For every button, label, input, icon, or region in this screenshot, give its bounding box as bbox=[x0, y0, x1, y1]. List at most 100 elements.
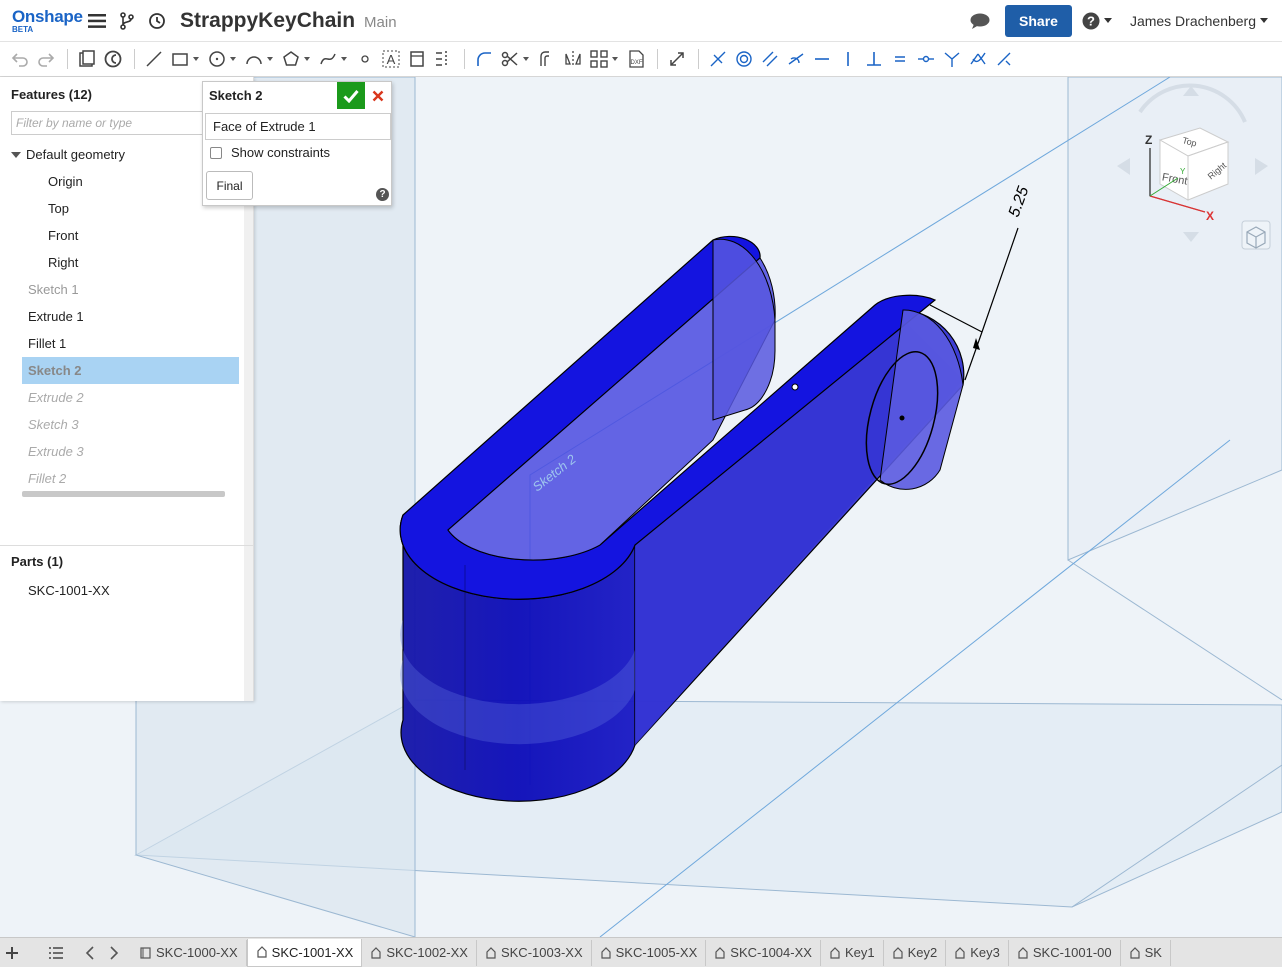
sketch-dialog-title: Sketch 2 bbox=[209, 88, 263, 103]
tree-item-front[interactable]: Front bbox=[0, 222, 240, 249]
onshape-logo[interactable]: Onshape BETA bbox=[12, 8, 83, 34]
final-button[interactable]: Final bbox=[206, 171, 253, 200]
midpoint-icon[interactable] bbox=[914, 46, 938, 72]
polygon-tool-icon[interactable] bbox=[279, 46, 303, 72]
trim-dropdown-icon[interactable] bbox=[523, 57, 529, 61]
user-menu[interactable]: James Drachenberg bbox=[1130, 13, 1268, 29]
tree-item-extrude-1[interactable]: Extrude 1 bbox=[0, 303, 240, 330]
pattern-tool-icon[interactable] bbox=[587, 46, 611, 72]
construction-icon[interactable] bbox=[431, 46, 455, 72]
top-header: Onshape BETA StrappyKeyChain Main Share … bbox=[0, 0, 1282, 42]
tangent-icon[interactable] bbox=[784, 46, 808, 72]
perpendicular-icon[interactable] bbox=[862, 46, 886, 72]
tab-label: SKC-1003-XX bbox=[500, 945, 583, 960]
tab-skc-1001-xx[interactable]: SKC-1001-XX bbox=[246, 938, 363, 967]
normal-icon[interactable] bbox=[940, 46, 964, 72]
tab-label: SK bbox=[1144, 945, 1162, 960]
tab-skc-1004-xx[interactable]: SKC-1004-XX bbox=[706, 939, 821, 966]
tree-item-right[interactable]: Right bbox=[0, 249, 240, 276]
dxf-import-icon[interactable]: DXF bbox=[624, 46, 648, 72]
concentric-icon[interactable] bbox=[732, 46, 756, 72]
toolbar-separator bbox=[464, 49, 465, 69]
circle-dropdown-icon[interactable] bbox=[230, 57, 236, 61]
tab-skc-1002-xx[interactable]: SKC-1002-XX bbox=[362, 939, 477, 966]
tab-label: SKC-1000-XX bbox=[156, 945, 238, 960]
share-button[interactable]: Share bbox=[1005, 4, 1072, 37]
help-menu[interactable]: ? bbox=[1082, 12, 1112, 30]
undo-icon[interactable] bbox=[8, 46, 32, 72]
tree-item-sketch-3[interactable]: Sketch 3 bbox=[0, 411, 240, 438]
redo-icon[interactable] bbox=[34, 46, 58, 72]
add-tab-icon[interactable] bbox=[0, 939, 24, 967]
part-studio-tab-icon bbox=[1130, 946, 1140, 959]
part-studio-tab-icon bbox=[601, 946, 611, 959]
view-mode-cube-icon[interactable] bbox=[1241, 220, 1271, 250]
spline-tool-icon[interactable] bbox=[316, 46, 340, 72]
pierce-icon[interactable] bbox=[966, 46, 990, 72]
dimension-value: 5.25 bbox=[1006, 184, 1033, 219]
tab-key1[interactable]: Key1 bbox=[821, 939, 884, 966]
new-sketch-icon[interactable] bbox=[75, 46, 99, 72]
tab-sk[interactable]: SK bbox=[1121, 939, 1171, 966]
dialog-help-icon[interactable]: ? bbox=[376, 188, 389, 201]
tree-item-sketch-1[interactable]: Sketch 1 bbox=[0, 276, 240, 303]
tree-item-extrude-2[interactable]: Extrude 2 bbox=[0, 384, 240, 411]
use-edges-icon[interactable] bbox=[101, 46, 125, 72]
tab-skc-1005-xx[interactable]: SKC-1005-XX bbox=[592, 939, 707, 966]
tree-item-fillet-2[interactable]: Fillet 2 bbox=[0, 465, 240, 492]
parallel-icon[interactable] bbox=[758, 46, 782, 72]
circle-tool-icon[interactable] bbox=[205, 46, 229, 72]
fillet-tool-icon[interactable] bbox=[472, 46, 496, 72]
text-tool-icon[interactable]: A bbox=[379, 46, 403, 72]
cancel-button[interactable] bbox=[368, 86, 388, 106]
tab-scroll-left-icon[interactable] bbox=[78, 939, 102, 967]
rollback-bar[interactable] bbox=[22, 491, 225, 497]
dimension-tool-icon[interactable] bbox=[665, 46, 689, 72]
history-clock-icon[interactable] bbox=[142, 6, 172, 36]
tab-skc-1003-xx[interactable]: SKC-1003-XX bbox=[477, 939, 592, 966]
tab-skc-1000-xx[interactable]: SKC-1000-XX bbox=[132, 939, 247, 966]
arc-tool-icon[interactable] bbox=[242, 46, 266, 72]
part-item[interactable]: SKC-1001-XX bbox=[28, 583, 110, 598]
point-tool-icon[interactable] bbox=[353, 46, 377, 72]
tree-item-fillet-1[interactable]: Fillet 1 bbox=[0, 330, 240, 357]
document-title[interactable]: StrappyKeyChain bbox=[180, 9, 355, 33]
feature-filter-input[interactable]: Filter by name or type bbox=[11, 111, 207, 135]
trim-tool-icon[interactable] bbox=[498, 46, 522, 72]
show-constraints-toggle[interactable]: Show constraints bbox=[210, 145, 330, 160]
tab-list-icon[interactable] bbox=[44, 939, 68, 967]
part-studio-tab-icon bbox=[715, 946, 725, 959]
pattern-dropdown-icon[interactable] bbox=[612, 57, 618, 61]
mirror-tool-icon[interactable] bbox=[561, 46, 585, 72]
fix-icon[interactable] bbox=[992, 46, 1016, 72]
polygon-dropdown-icon[interactable] bbox=[304, 57, 310, 61]
comment-icon[interactable] bbox=[965, 6, 995, 36]
tab-scroll-right-icon[interactable] bbox=[102, 939, 126, 967]
insert-image-icon[interactable] bbox=[405, 46, 429, 72]
equal-icon[interactable] bbox=[888, 46, 912, 72]
horizontal-icon[interactable] bbox=[810, 46, 834, 72]
expand-triangle-icon[interactable] bbox=[11, 151, 21, 158]
show-constraints-checkbox[interactable] bbox=[210, 146, 222, 159]
line-tool-icon[interactable] bbox=[142, 46, 166, 72]
tree-item-sketch-2[interactable]: Sketch 2 bbox=[22, 357, 239, 384]
rectangle-tool-icon[interactable] bbox=[168, 46, 192, 72]
hamburger-menu-icon[interactable] bbox=[82, 6, 112, 36]
tree-item-extrude-3[interactable]: Extrude 3 bbox=[0, 438, 240, 465]
tab-key2[interactable]: Key2 bbox=[884, 939, 947, 966]
offset-tool-icon[interactable] bbox=[535, 46, 559, 72]
spline-dropdown-icon[interactable] bbox=[341, 57, 347, 61]
accept-button[interactable] bbox=[337, 82, 365, 109]
coincident-icon[interactable] bbox=[706, 46, 730, 72]
tab-key3[interactable]: Key3 bbox=[946, 939, 1009, 966]
rectangle-dropdown-icon[interactable] bbox=[193, 57, 199, 61]
sketch-plane-field[interactable]: Face of Extrude 1 bbox=[205, 113, 391, 140]
arc-dropdown-icon[interactable] bbox=[267, 57, 273, 61]
tab-label: SKC-1002-XX bbox=[386, 945, 468, 960]
feature-list-scrollbar[interactable] bbox=[244, 143, 253, 701]
part-studio-tab-icon bbox=[257, 946, 267, 958]
branch-icon[interactable] bbox=[112, 6, 142, 36]
tab-skc-1001-00[interactable]: SKC-1001-00 bbox=[1009, 939, 1121, 966]
toolbar-separator bbox=[657, 49, 658, 69]
vertical-icon[interactable] bbox=[836, 46, 860, 72]
